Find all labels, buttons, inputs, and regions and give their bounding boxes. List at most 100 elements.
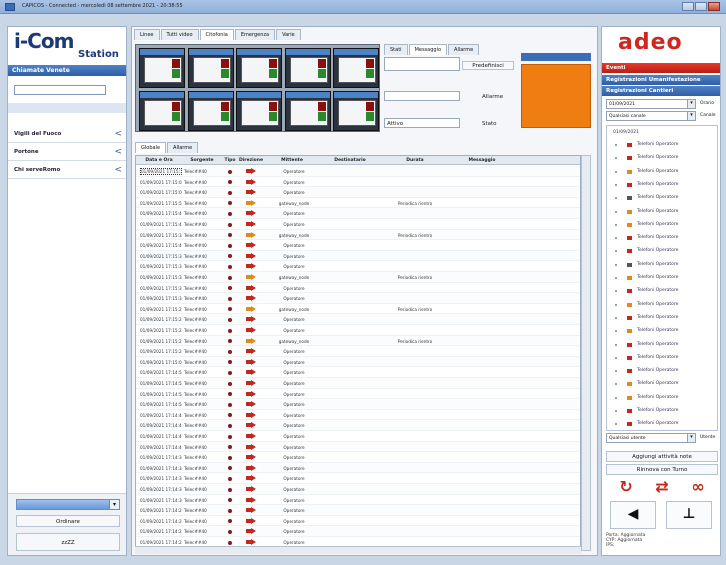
table-row[interactable]: 01/09/2021 17:14:50 Telec##40 Operatore — [136, 389, 580, 400]
tab-globale[interactable]: Globale — [135, 142, 167, 153]
col-duration[interactable]: Durata — [382, 158, 448, 163]
order-button[interactable]: Ordinare — [16, 515, 120, 527]
tab-video[interactable]: Tutti video — [160, 29, 199, 40]
table-row[interactable]: 01/09/2021 17:15:43 Telec##40 Operatore — [136, 219, 580, 230]
table-row[interactable]: 01/09/2021 17:15:22 Telec##40 gateway_node… — [136, 335, 580, 347]
table-row[interactable]: 01/09/2021 17:15:29 Telec##40 gateway_node… — [136, 304, 580, 315]
camera-tile[interactable] — [284, 48, 331, 88]
table-row[interactable]: 01/09/2021 17:14:44 Telec##40 Operatore — [136, 410, 580, 421]
nav-item-portone[interactable]: Portone < — [8, 143, 126, 161]
recordings-bar-1[interactable]: Registrazioni Umanifestazione — [602, 75, 720, 85]
camera-tile[interactable] — [284, 91, 331, 131]
add-activity-button[interactable]: Aggiungi attività note — [606, 451, 718, 462]
phone-icon — [627, 169, 632, 174]
table-row[interactable]: 01/09/2021 17:15:26 Telec##40 Operatore — [136, 314, 580, 325]
app-icon — [5, 3, 15, 11]
user-select[interactable]: Qualsiasi utente ▾ — [606, 433, 696, 443]
table-row[interactable]: 01/09/2021 17:15:33 Telec##40 gateway_node… — [136, 272, 580, 283]
table-row[interactable]: 01/09/2021 17:15:00 Telec##40 Operatore — [136, 187, 580, 198]
refresh-icon[interactable]: ↻ — [612, 477, 640, 496]
camera-tile[interactable] — [236, 91, 282, 131]
table-row[interactable]: 01/09/2021 17:14:54 Telec##40 Operatore — [136, 378, 580, 389]
tab-emergenza[interactable]: Emergenza — [234, 29, 276, 40]
message-field[interactable] — [384, 57, 460, 71]
table-row[interactable]: 01/09/2021 17:15:34 Telec##40 Operatore — [136, 250, 580, 262]
table-row[interactable]: 01/09/2021 17:15:56 Telec##40 gateway_node… — [136, 198, 580, 209]
tab-linee[interactable]: Linee — [134, 29, 160, 40]
cell-source: Telec##40 — [184, 317, 207, 323]
col-type[interactable]: Tipo — [224, 158, 236, 163]
microphone-button[interactable]: ⊥ — [666, 501, 712, 529]
table-row[interactable]: 01/09/2021 17:14:55 Telec##40 Operatore — [136, 367, 580, 378]
status-select[interactable]: Attivo — [384, 118, 460, 128]
col-message[interactable]: Messaggio — [450, 158, 514, 163]
type-icon — [228, 190, 232, 195]
table-row[interactable]: 01/09/2021 17:14:40 Telec##40 Operatore — [136, 431, 580, 442]
search-input[interactable] — [14, 85, 106, 95]
maximize-button[interactable] — [695, 2, 707, 11]
phone-icon — [627, 289, 632, 294]
camera-tile[interactable] — [139, 91, 185, 131]
table-row[interactable]: 01/09/2021 17:15:25 Telec##40 Operatore — [136, 325, 580, 336]
nav-label: Vigili del Fuoco — [14, 131, 62, 137]
cell-datetime: 01/09/2021 17:14:30 — [140, 497, 182, 503]
camera-tile[interactable] — [333, 91, 379, 131]
tab-varie[interactable]: Varie — [276, 29, 301, 40]
renew-shift-button[interactable]: Rinnova con Turno — [606, 464, 718, 475]
link-icon[interactable]: ∞ — [684, 477, 712, 496]
direction-arrowhead — [251, 263, 256, 270]
col-sender[interactable]: Mittente — [266, 158, 318, 163]
table-row[interactable]: 01/09/2021 17:15:44 Telec##40 Operatore — [136, 240, 580, 251]
table-row[interactable]: 01/09/2021 17:15:20 Telec##40 Operatore — [136, 346, 580, 357]
sleep-button[interactable]: zzZZ — [16, 533, 120, 551]
camera-tile[interactable] — [139, 48, 185, 88]
tab-log-allarme[interactable]: Allarme — [167, 142, 199, 153]
table-row[interactable]: 01/09/2021 17:15:33 Telec##40 Operatore — [136, 293, 580, 304]
table-row[interactable]: 01/09/2021 17:14:50 Telec##40 Operatore — [136, 399, 580, 410]
camera-tile[interactable] — [187, 48, 234, 88]
table-row[interactable]: 01/09/2021 17:15:30 Telec##40 Operatore — [136, 261, 580, 272]
nav-item-third[interactable]: Chi serveRomo < — [8, 161, 126, 179]
event-tree[interactable]: 01/09/2021 Telefoni Operatore Telefoni Ope… — [606, 125, 718, 431]
table-row[interactable]: 01/09/2021 17:14:25 Telec##40 Operatore — [136, 526, 580, 537]
allarme-select[interactable] — [384, 91, 460, 101]
table-row[interactable]: 01/09/2021 17:14:25 Telec##40 Operatore — [136, 516, 580, 527]
tab-stati[interactable]: Stati — [384, 44, 408, 55]
col-datetime[interactable]: Data e Ora — [138, 158, 180, 163]
vertical-scrollbar[interactable] — [581, 155, 591, 551]
date-select[interactable]: 01/09/2021 ▾ — [606, 99, 696, 109]
table-row[interactable]: 01/09/2021 17:15:35 Telec##40 gateway_node… — [136, 229, 580, 241]
nav-item-vigili[interactable]: Vigili del Fuoco < — [8, 125, 126, 143]
table-row[interactable]: 01/09/2021 17:14:41 Telec##40 Operatore — [136, 420, 580, 431]
predefined-button[interactable]: Predefinisci — [462, 61, 514, 70]
minimize-button[interactable] — [682, 2, 694, 11]
table-row[interactable]: 01/09/2021 17:14:30 Telec##40 Operatore — [136, 495, 580, 506]
close-button[interactable] — [708, 2, 720, 11]
channel-select[interactable]: Qualsiasi canale ▾ — [606, 111, 696, 121]
table-row[interactable]: 01/09/2021 17:15:03 Telec##40 Operatore — [136, 356, 580, 368]
tab-citofonia[interactable]: Citofonia — [199, 29, 234, 40]
camera-tile[interactable] — [333, 48, 379, 88]
table-row[interactable]: 01/09/2021 17:15:47 Telec##40 Operatore — [136, 208, 580, 219]
channel-combo[interactable]: ▾ — [16, 499, 120, 510]
recordings-bar-2[interactable]: Registrazioni Cantieri — [602, 86, 720, 96]
table-row[interactable]: 01/09/2021 17:14:33 Telec##40 Operatore — [136, 473, 580, 484]
col-recipient[interactable]: Destinatario — [320, 158, 380, 163]
camera-tile[interactable] — [236, 48, 282, 88]
horizontal-scrollbar[interactable] — [135, 546, 581, 554]
camera-tile[interactable] — [187, 91, 234, 131]
transfer-icon[interactable]: ⇄ — [648, 477, 676, 496]
tab-allarme[interactable]: Allarme — [448, 44, 480, 55]
col-source[interactable]: Sorgente — [182, 158, 222, 163]
table-row[interactable]: 01/09/2021 17:14:40 Telec##40 Operatore — [136, 441, 580, 453]
table-row[interactable]: 01/09/2021 17:14:28 Telec##40 Operatore — [136, 505, 580, 516]
speaker-button[interactable]: ◀ — [610, 501, 656, 529]
table-row[interactable]: 01/09/2021 17:14:30 Telec##40 Operatore — [136, 484, 580, 495]
table-row[interactable]: 01/09/2021 17:14:36 Telec##40 Operatore — [136, 452, 580, 463]
col-direction[interactable]: Direzione — [238, 158, 264, 163]
tab-messaggio[interactable]: Messaggio — [408, 44, 448, 55]
table-row[interactable]: 01/09/2021 17:14:34 Telec##40 Operatore — [136, 462, 580, 474]
table-row[interactable]: 01/09/2021 17:15:16 Telec##40 Operatore — [136, 166, 580, 177]
table-row[interactable]: 01/09/2021 17:15:03 Telec##40 Operatore — [136, 177, 580, 188]
table-row[interactable]: 01/09/2021 17:15:33 Telec##40 Operatore — [136, 283, 580, 294]
